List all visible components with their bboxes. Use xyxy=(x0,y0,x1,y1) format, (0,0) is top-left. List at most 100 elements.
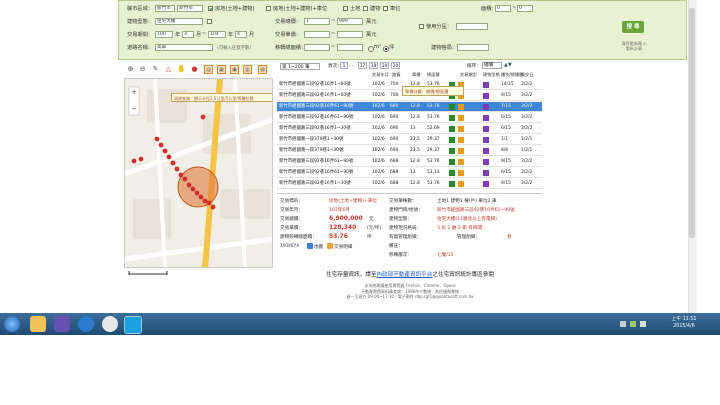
type-badge-icon[interactable] xyxy=(449,115,455,121)
building-type-checkbox[interactable] xyxy=(207,19,212,24)
export-icon[interactable]: ▥ xyxy=(243,65,252,74)
area-icon[interactable]: △ xyxy=(164,65,173,74)
media-player-icon[interactable] xyxy=(54,316,70,332)
date-to-year[interactable]: 104 xyxy=(208,31,226,38)
col-header-building[interactable]: 建物型態 xyxy=(483,72,500,78)
unit-price-to[interactable] xyxy=(337,31,363,38)
date-from-year[interactable]: 100 xyxy=(155,31,173,38)
chrome-icon[interactable] xyxy=(102,316,118,332)
type-badge-icon[interactable] xyxy=(449,181,455,187)
table-row[interactable]: 新竹市經國路三段92巷16弄1~30號 102/6 688 12.8 53.76 9/15… xyxy=(277,179,542,190)
table-row[interactable]: 新竹市經國路一段379巷1~30號 102/6 690 23.5 29.37 1/1 1/2… xyxy=(277,135,542,146)
page-18[interactable]: 18 xyxy=(369,62,378,69)
type-badge-icon[interactable] xyxy=(449,104,455,110)
type-badge-icon[interactable] xyxy=(483,104,489,110)
date-to-month[interactable]: 4 xyxy=(235,31,247,38)
volume-icon[interactable] xyxy=(640,321,646,327)
type-badge-icon[interactable] xyxy=(458,126,464,132)
col-header-area[interactable]: 總面積 xyxy=(427,72,440,78)
detail-map-link[interactable]: 地圖 xyxy=(314,244,323,250)
info-icon[interactable]: ▧ xyxy=(258,65,267,74)
map-view[interactable]: + − 周邊查詢：標示半徑2.5公里/5公里/等機位路 xyxy=(124,78,273,268)
zoom-out-icon[interactable]: ⊖ xyxy=(138,65,147,74)
table-row[interactable]: 新竹市經國路三段92巷16弄61~90號 102/6 690 12.8 53.76 7/1… xyxy=(277,102,542,113)
type-badge-icon[interactable] xyxy=(483,115,489,121)
app-icon[interactable] xyxy=(78,316,94,332)
type-badge-icon[interactable] xyxy=(483,181,489,187)
type-badge-icon[interactable] xyxy=(449,126,455,132)
type-badge-icon[interactable] xyxy=(458,148,464,154)
reset-button[interactable]: 清除重新輸入 重新計算 xyxy=(620,41,648,51)
type-badge-icon[interactable] xyxy=(449,159,455,165)
type-checkbox-5[interactable] xyxy=(383,6,388,11)
print-icon[interactable]: ▣ xyxy=(230,65,239,74)
page-19[interactable]: 19 xyxy=(380,62,389,69)
skype-icon[interactable] xyxy=(124,316,142,334)
table-row[interactable]: 新竹市經國路三段92巷16弄1~30號 102/6 690 13 52.69 6/15 3/… xyxy=(277,124,542,135)
type-badge-icon[interactable] xyxy=(458,115,464,121)
clock[interactable]: 上午 11:51 2015/4/6 xyxy=(664,316,704,330)
district-select[interactable]: 新竹市 xyxy=(177,5,203,12)
map-link-icon[interactable] xyxy=(307,243,313,249)
table-row[interactable]: 新竹市經國路三段92巷16弄61~90號 102/6 688 13 53.13 6/15 3… xyxy=(277,168,542,179)
type-checkbox-2[interactable] xyxy=(266,6,271,11)
building-type-select[interactable]: 住宅大樓 xyxy=(155,18,203,25)
type-checkbox-3[interactable] xyxy=(343,6,348,11)
detail-stats-link[interactable]: 交易明細 xyxy=(334,244,352,250)
type-badge-icon[interactable] xyxy=(449,148,455,154)
tray-up-icon[interactable] xyxy=(620,321,626,327)
type-badge-icon[interactable] xyxy=(483,82,489,88)
road-input[interactable]: 高翠 xyxy=(155,44,213,51)
type-badge-icon[interactable] xyxy=(458,137,464,143)
type-badge-icon[interactable] xyxy=(483,170,489,176)
network-icon[interactable] xyxy=(630,321,636,327)
col-header-width[interactable]: 路寬 xyxy=(392,72,400,78)
type-badge-icon[interactable] xyxy=(449,170,455,176)
type-badge-icon[interactable] xyxy=(483,148,489,154)
page-17[interactable]: 17 xyxy=(358,62,367,69)
table-row[interactable]: 新竹市經國路三段92巷16弄61~90號 102/6 688 12.8 53.76 9/1… xyxy=(277,157,542,168)
file-explorer-icon[interactable] xyxy=(30,316,46,332)
type-badge-icon[interactable] xyxy=(458,181,464,187)
type-badge-icon[interactable] xyxy=(449,137,455,143)
type-badge-icon[interactable] xyxy=(483,159,489,165)
col-header-price[interactable]: 單價 xyxy=(412,72,420,78)
type-badge-icon[interactable] xyxy=(483,137,489,143)
grid-icon[interactable]: ▦ xyxy=(217,65,226,74)
building-area-to[interactable] xyxy=(337,44,363,51)
type-checkbox-1[interactable] xyxy=(208,6,213,11)
type-checkbox-4[interactable] xyxy=(363,6,368,11)
unit-price-from[interactable] xyxy=(304,31,330,38)
page-scrollbar-thumb[interactable] xyxy=(689,8,695,238)
use-zone-checkbox[interactable] xyxy=(419,24,424,29)
building-age-select[interactable] xyxy=(457,44,489,51)
area-from-input[interactable]: 0 xyxy=(495,5,511,12)
date-from-month[interactable]: 3 xyxy=(182,31,194,38)
pan-icon[interactable]: ✋ xyxy=(177,65,186,74)
footer-platform-link[interactable]: 內政部不動產資訊平台 xyxy=(376,272,432,278)
col-header-type[interactable]: 交易類型 xyxy=(460,72,477,78)
layer-icon[interactable]: ▤ xyxy=(204,65,213,74)
building-area-from[interactable] xyxy=(304,44,330,51)
stats-link-icon[interactable] xyxy=(327,243,333,249)
start-button-icon[interactable] xyxy=(4,316,20,332)
col-header-day[interactable]: 成交日 xyxy=(521,72,534,78)
type-badge-icon[interactable] xyxy=(458,104,464,110)
paging-select[interactable]: 第 1~200 筆 xyxy=(280,63,320,70)
use-zone-select[interactable] xyxy=(456,23,488,30)
county-select[interactable]: 新竹市 xyxy=(155,5,175,12)
col-header-date[interactable]: 交易年月 xyxy=(372,72,389,78)
table-row[interactable]: 新竹市經國路三段92巷16弄61~90號 102/6 690 12.8 53.76 6/1… xyxy=(277,113,542,124)
table-row[interactable]: 新竹市經國路一段379巷1~30號 102/6 690 23.5 29.37 8/8 1/2… xyxy=(277,146,542,157)
measure-icon[interactable]: ✎ xyxy=(151,65,160,74)
sort-direction-icon[interactable]: ▲▼ xyxy=(504,62,512,68)
marker-icon[interactable]: ● xyxy=(190,65,199,74)
total-price-to[interactable]: 999 xyxy=(337,18,363,25)
sort-select[interactable]: 總價 xyxy=(482,62,502,69)
tray-icons[interactable] xyxy=(620,319,660,329)
type-badge-icon[interactable] xyxy=(483,93,489,99)
col-header-floor[interactable]: 樓別/總樓層 xyxy=(501,72,523,78)
type-badge-icon[interactable] xyxy=(458,170,464,176)
total-price-from[interactable]: 1 xyxy=(304,18,330,25)
type-badge-icon[interactable] xyxy=(483,126,489,132)
